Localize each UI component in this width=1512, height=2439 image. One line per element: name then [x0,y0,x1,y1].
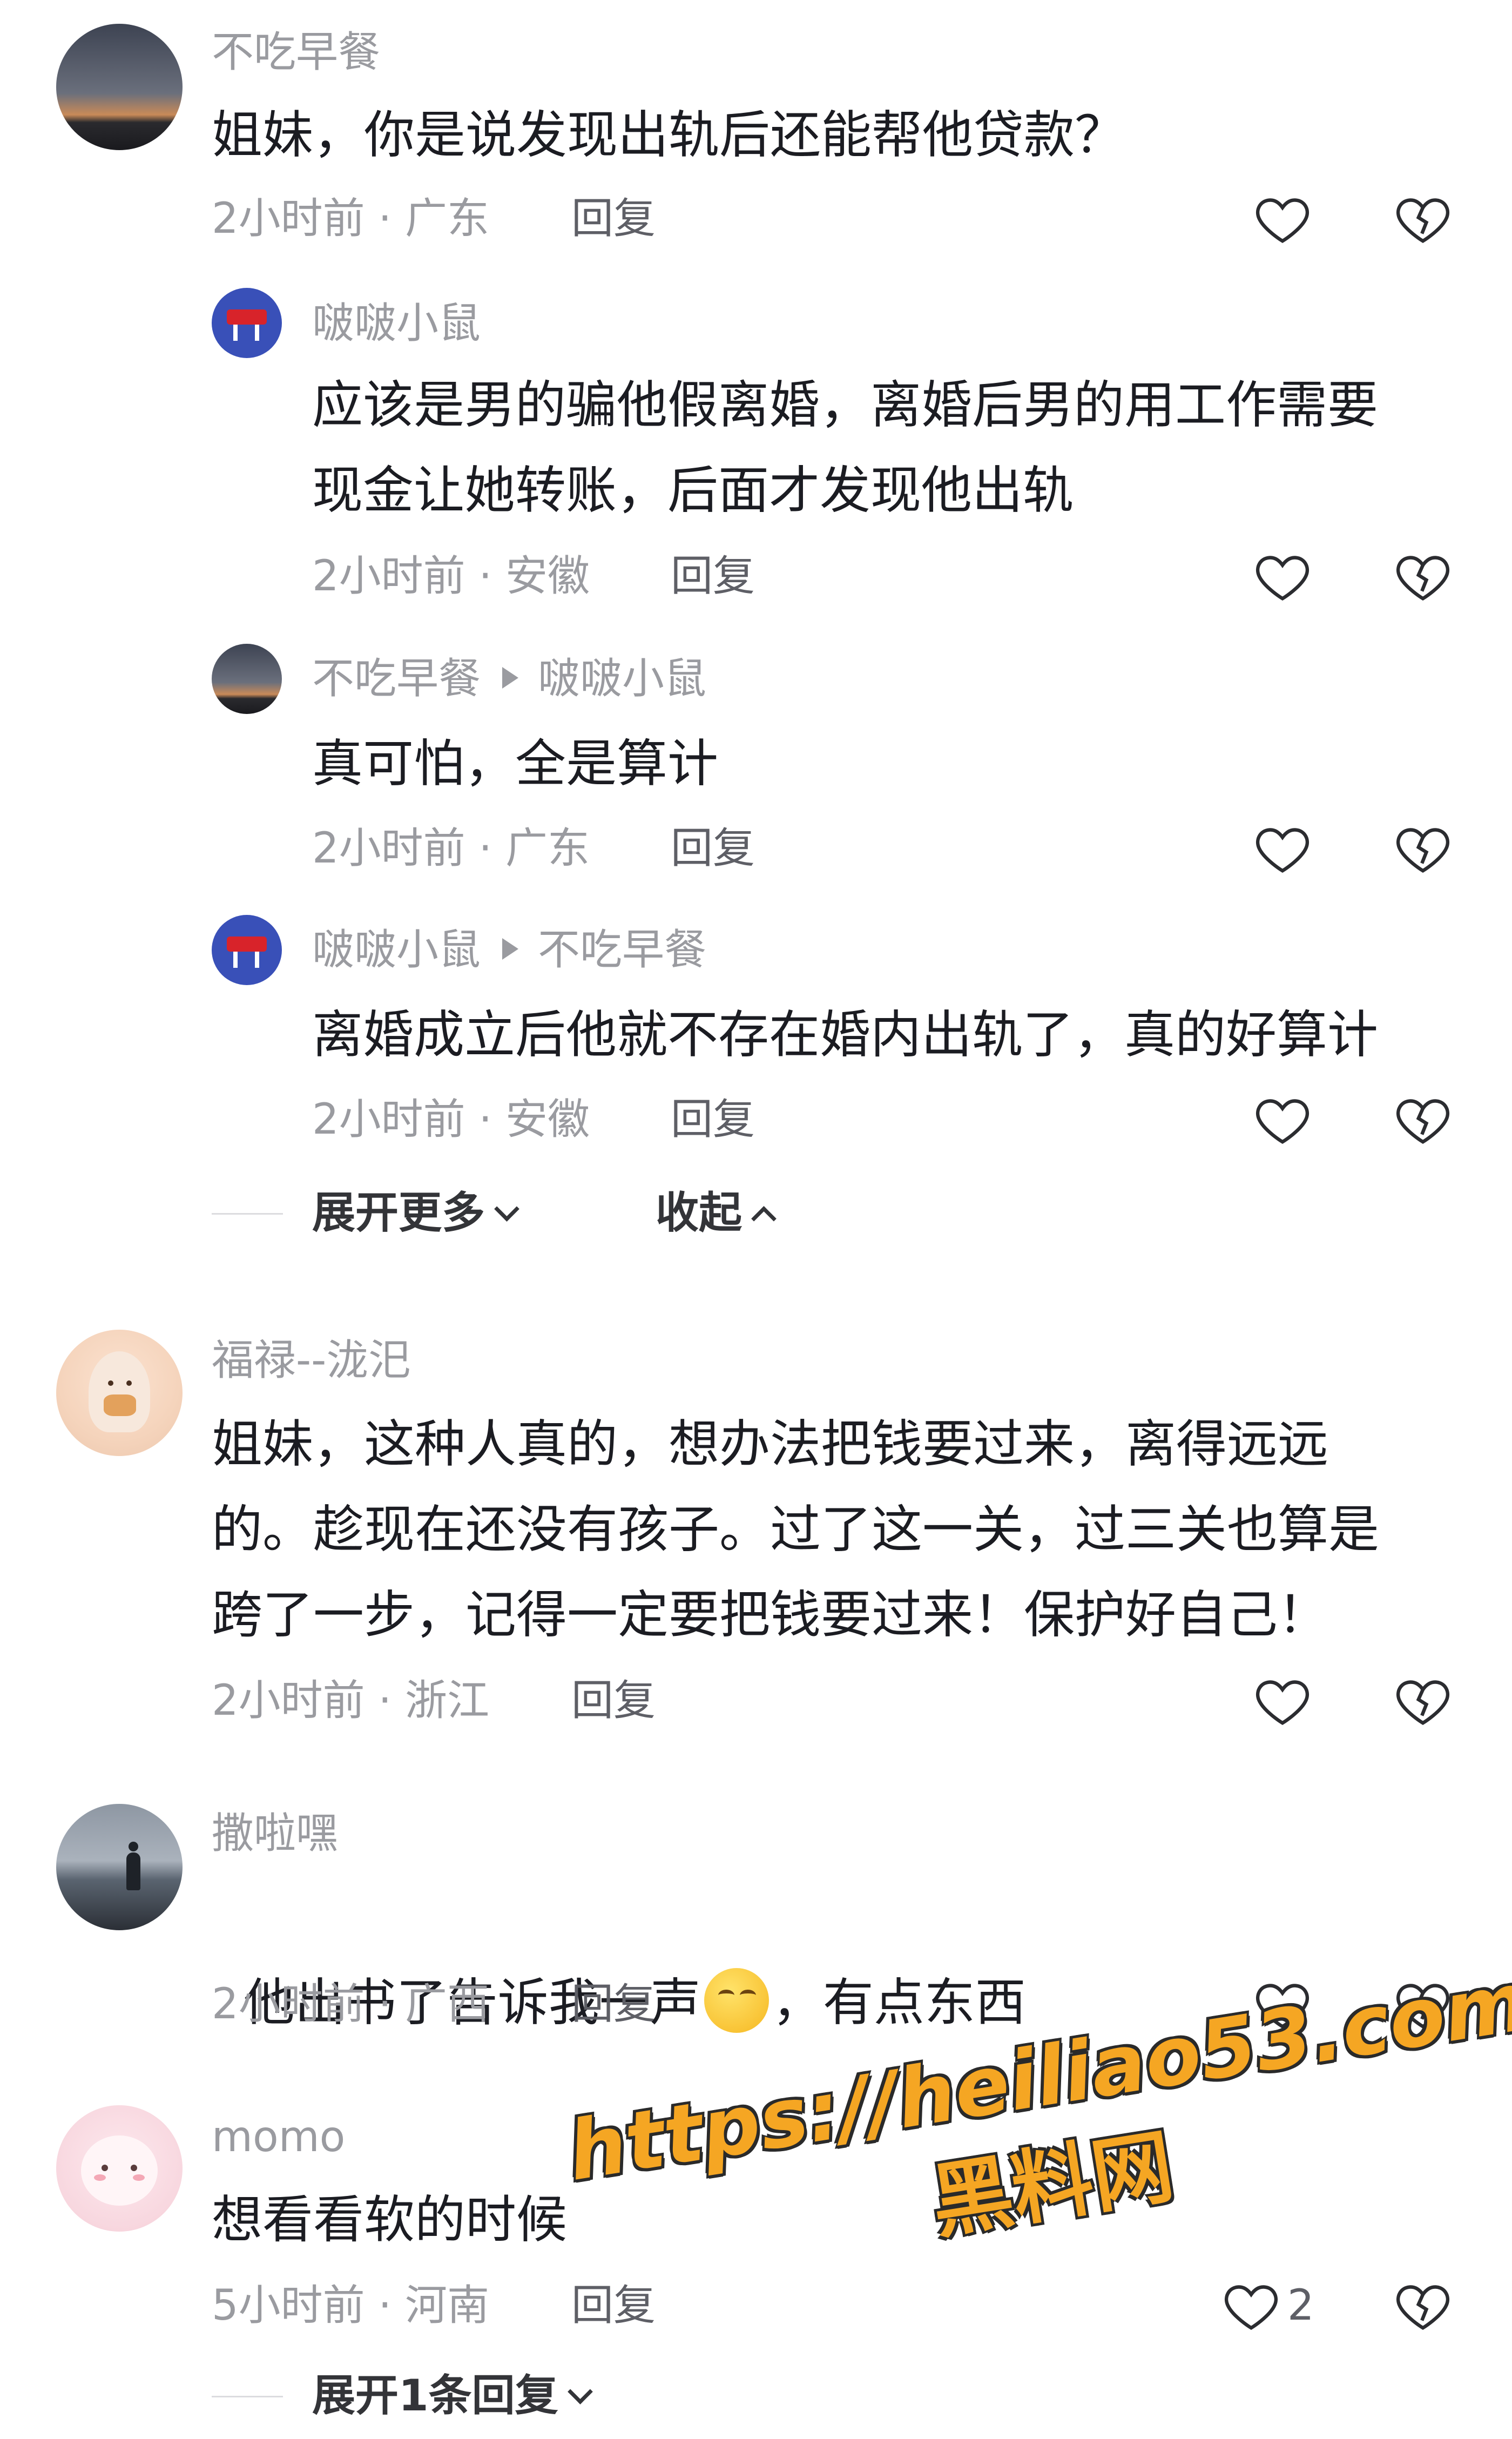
comment-meta: 2小时前 · 广西 [212,1980,490,2029]
comment-author[interactable]: 福禄--泷汜 [212,1339,410,1382]
comment-location: 广西 [405,1980,490,2029]
reply-button[interactable]: 回复 [571,1680,656,1722]
broken-heart-icon[interactable] [1393,1090,1453,1149]
thread-divider [212,2396,283,2397]
avatar[interactable] [56,1330,183,1456]
comment-time: 2小时前 [312,1095,465,1144]
comment-location: 安徽 [505,1095,590,1144]
chevron-down-icon [567,2379,593,2404]
expand-more-button[interactable]: 展开更多 [312,1188,519,1238]
like-icon[interactable] [1253,819,1312,878]
comment-meta: 2小时前 · 浙江 [212,1676,490,1725]
expand-replies-button[interactable]: 展开1条回复 [312,2374,593,2417]
broken-heart-icon[interactable] [1393,189,1453,248]
comment-author[interactable]: 不吃早餐 啵啵小鼠 [312,658,706,700]
comment-time: 2小时前 [312,824,465,873]
comment-author[interactable]: 不吃早餐 [212,31,380,73]
reply-button[interactable]: 回复 [671,827,755,870]
comment-text: 离婚成立后他就不存在婚内出轨了，真的好算计 [312,1006,1379,1064]
chevron-up-icon [751,1206,777,1231]
reply-target[interactable]: 不吃早餐 [538,926,706,974]
like-icon[interactable] [1221,2276,1281,2335]
reply-button[interactable]: 回复 [571,1983,656,2025]
comment-text: 真可怕，全是算计 [312,735,719,793]
reply-button[interactable]: 回复 [671,555,755,597]
broken-heart-icon[interactable] [1393,1671,1453,1730]
comment-location: 广东 [405,194,490,243]
comment-author[interactable]: 撒啦嘿 [212,1813,338,1855]
reply-arrow-icon [502,667,519,689]
reply-button[interactable]: 回复 [571,198,656,240]
thread-divider [212,1213,283,1215]
comment-meta: 2小时前 · 安徽 [312,552,590,601]
like-icon[interactable] [1253,189,1312,248]
comment-time: 2小时前 [212,1980,365,2029]
comment-location: 浙江 [405,1676,490,1725]
like-icon[interactable] [1253,1671,1312,1730]
expand-more-label: 展开更多 [312,1188,485,1238]
avatar[interactable] [56,1804,183,1930]
reply-author[interactable]: 不吃早餐 [312,655,481,703]
comment-time: 2小时前 [212,194,365,243]
comment-time: 2小时前 [312,552,465,601]
comment-meta: 5小时前 · 河南 [212,2281,490,2330]
comment-location: 安徽 [505,552,590,601]
comment-text: 姐妹，你是说发现出轨后还能帮他贷款？ [212,106,1126,165]
broken-heart-icon[interactable] [1393,819,1453,878]
comment-text: 应该是男的骗他假离婚，离婚后男的用工作需要 现金让她转账，后面才发现他出轨 [312,376,1379,520]
avatar[interactable] [212,915,282,985]
broken-heart-icon[interactable] [1393,547,1453,606]
comment-time: 5小时前 [212,2281,365,2330]
comment-location: 河南 [405,2281,490,2330]
comment-author[interactable]: 啵啵小鼠 不吃早餐 [312,929,706,971]
comment-meta: 2小时前 · 广东 [312,824,590,873]
reply-arrow-icon [502,938,519,960]
comment-location: 广东 [505,824,590,873]
comment-meta: 2小时前 · 广东 [212,194,490,243]
comment-time: 2小时前 [212,1676,365,1725]
comment-text-part: ，有点东西 [772,1973,1026,2032]
reply-target[interactable]: 啵啵小鼠 [538,655,706,703]
avatar[interactable] [56,2105,183,2232]
reply-author[interactable]: 啵啵小鼠 [312,926,481,974]
avatar[interactable] [212,288,282,358]
comment-text: 姐妹，这种人真的，想办法把钱要过来，离得远远 的。趁现在还没有孩子。过了这一关，… [212,1415,1380,1645]
shushing-face-emoji-icon [704,1968,769,2033]
expand-replies-label: 展开1条回复 [312,2370,558,2421]
like-icon[interactable] [1253,1090,1312,1149]
chevron-down-icon [494,1196,519,1222]
comment-author[interactable]: momo [212,2116,345,2158]
avatar[interactable] [56,24,183,150]
collapse-button[interactable]: 收起 [656,1188,777,1238]
like-icon[interactable] [1253,547,1312,606]
collapse-label: 收起 [656,1188,742,1238]
avatar[interactable] [212,644,282,714]
like-count: 2 [1287,2281,1314,2330]
comment-meta: 2小时前 · 安徽 [312,1095,590,1144]
comment-text: 想看看软的时候 [212,2191,568,2249]
broken-heart-icon[interactable] [1393,2276,1453,2335]
reply-button[interactable]: 回复 [671,1099,755,1141]
comment-author[interactable]: 啵啵小鼠 [312,302,481,345]
